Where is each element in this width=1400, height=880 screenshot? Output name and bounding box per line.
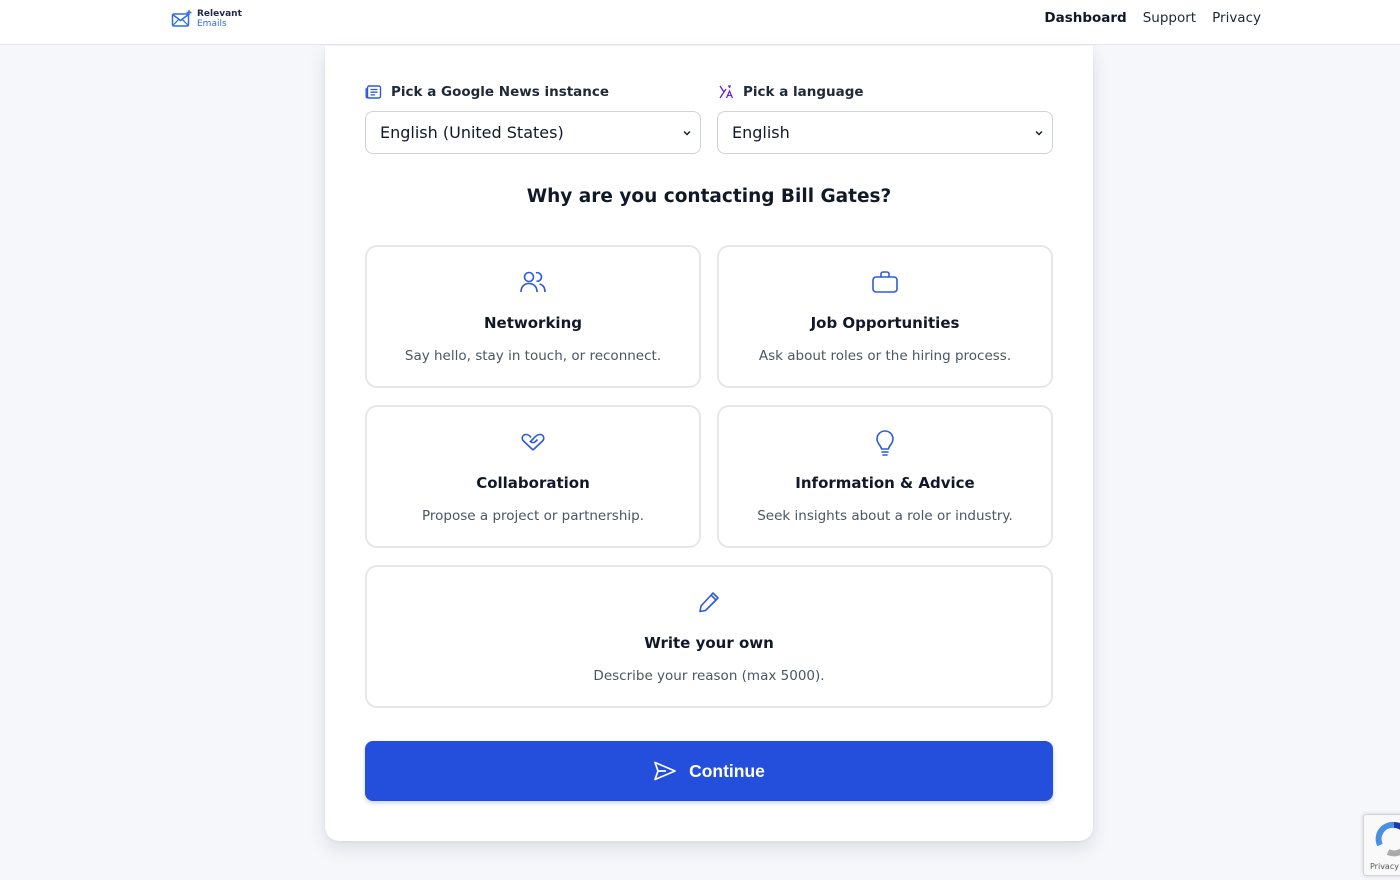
option-description: Describe your reason (max 5000).: [593, 668, 825, 684]
app-logo[interactable]: Relevant Emails: [171, 9, 242, 29]
continue-button-label: Continue: [689, 760, 765, 781]
recaptcha-icon: [1375, 821, 1400, 857]
logo-line-1: Relevant: [197, 9, 242, 19]
option-description: Seek insights about a role or industry.: [757, 508, 1013, 524]
top-navbar: Relevant Emails Dashboard Support Privac…: [0, 0, 1400, 45]
news-instance-label-text: Pick a Google News instance: [391, 84, 610, 100]
language-label: Pick a language: [717, 83, 1053, 101]
option-collaboration[interactable]: Collaboration Propose a project or partn…: [365, 405, 701, 548]
contact-reason-card: Pick a Google News instance English (Uni…: [325, 46, 1093, 841]
option-title: Write your own: [644, 634, 774, 652]
option-title: Job Opportunities: [810, 314, 960, 332]
news-instance-value: English (United States): [380, 123, 564, 142]
option-description: Say hello, stay in touch, or reconnect.: [404, 348, 662, 364]
nav-dashboard-link[interactable]: Dashboard: [1044, 10, 1126, 26]
language-select[interactable]: English: [717, 111, 1053, 154]
option-networking[interactable]: Networking Say hello, stay in touch, or …: [365, 245, 701, 388]
translate-icon: [719, 85, 734, 99]
newspaper-icon: [365, 85, 382, 99]
news-instance-label: Pick a Google News instance: [365, 83, 701, 101]
option-job-opportunities[interactable]: Job Opportunities Ask about roles or the…: [717, 245, 1053, 388]
recaptcha-badge[interactable]: Privacy: [1363, 814, 1400, 876]
option-information-advice[interactable]: Information & Advice Seek insights about…: [717, 405, 1053, 548]
option-description: Propose a project or partnership.: [422, 508, 644, 524]
send-icon: [654, 761, 676, 781]
heart-handshake-icon: [521, 433, 545, 451]
pencil-icon: [699, 592, 719, 613]
option-title: Collaboration: [476, 474, 590, 492]
chevron-down-icon: [683, 130, 691, 135]
option-description: Ask about roles or the hiring process.: [758, 348, 1012, 364]
news-instance-select[interactable]: English (United States): [365, 111, 701, 154]
option-write-your-own[interactable]: Write your own Describe your reason (max…: [365, 565, 1053, 708]
logo-line-2: Emails: [197, 19, 227, 29]
language-picker: Pick a language English: [717, 83, 1053, 154]
contact-question-heading: Why are you contacting Bill Gates?: [526, 186, 892, 207]
envelope-plus-icon: [171, 10, 192, 27]
recaptcha-privacy-text[interactable]: Privacy: [1370, 862, 1399, 871]
nav-privacy-link[interactable]: Privacy: [1212, 10, 1261, 26]
chevron-down-icon: [1035, 130, 1043, 135]
language-label-text: Pick a language: [743, 84, 864, 100]
news-instance-picker: Pick a Google News instance English (Uni…: [365, 83, 701, 154]
language-value: English: [732, 123, 790, 142]
users-icon: [520, 271, 546, 293]
nav-support-link[interactable]: Support: [1143, 10, 1196, 26]
option-title: Information & Advice: [795, 474, 975, 492]
option-title: Networking: [484, 314, 582, 332]
briefcase-icon: [872, 271, 898, 293]
continue-button[interactable]: Continue: [365, 741, 1053, 801]
main-nav: Dashboard Support Privacy: [1044, 10, 1261, 26]
lightbulb-icon: [876, 430, 894, 456]
